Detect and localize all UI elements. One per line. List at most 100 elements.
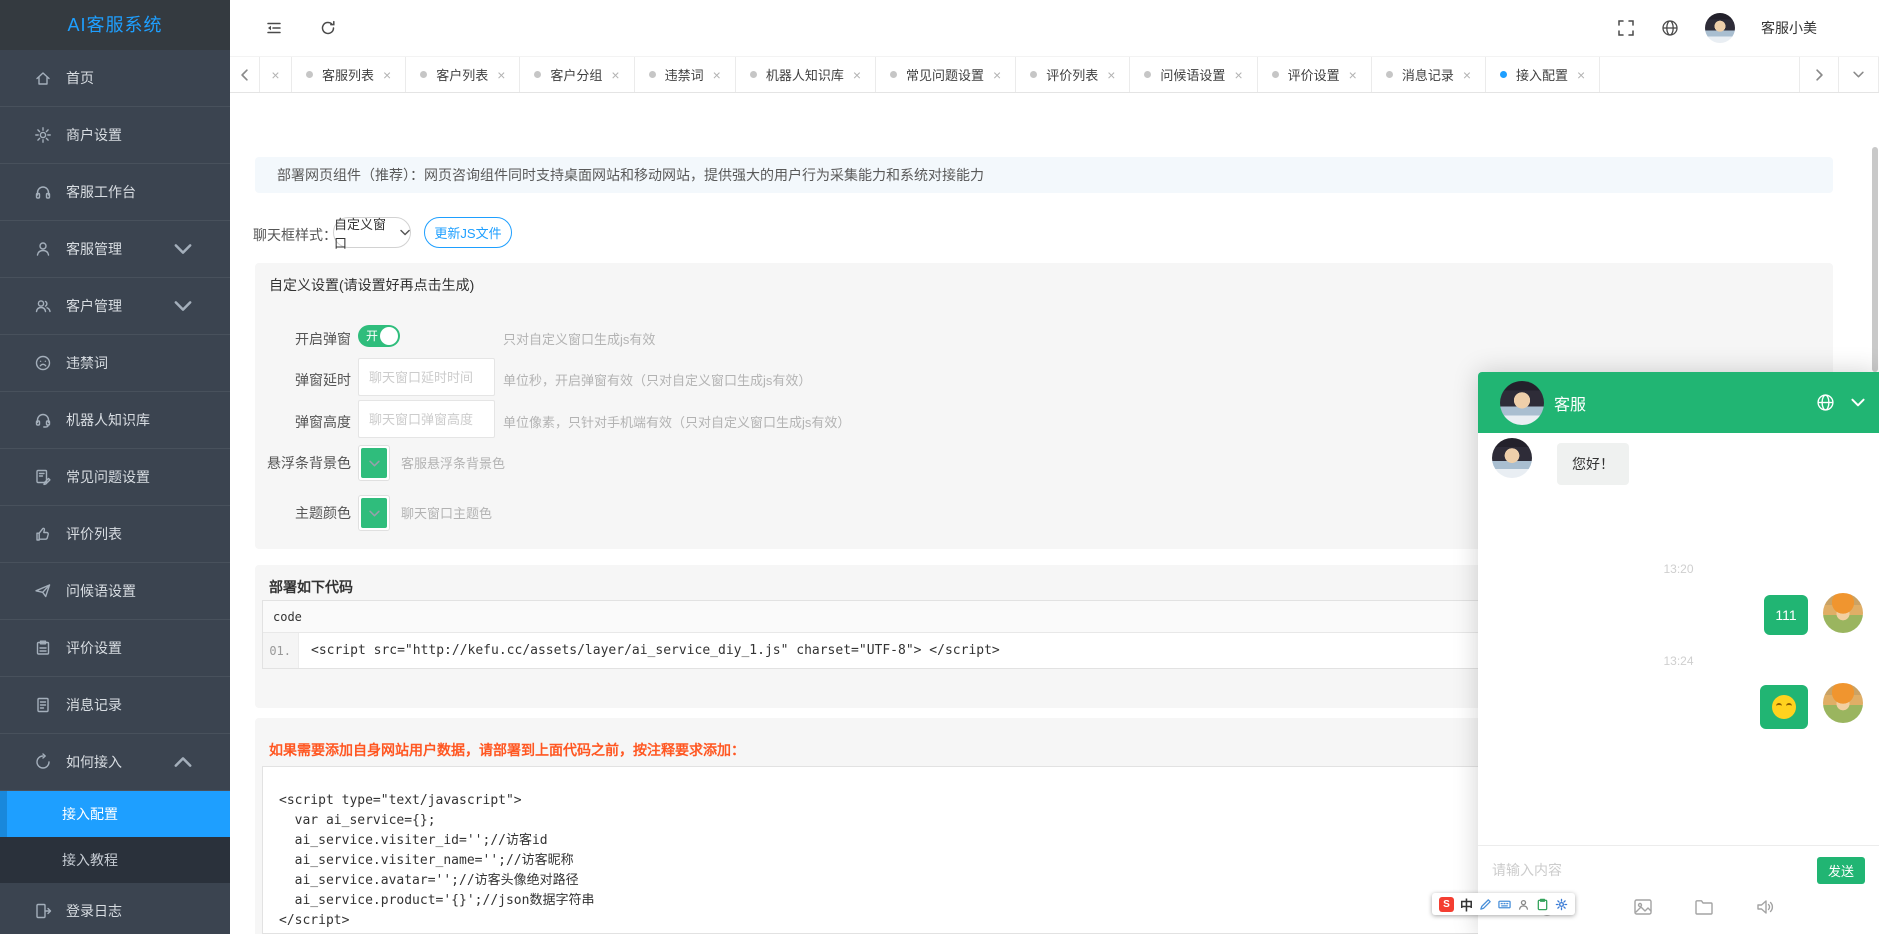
- sidebar-item-home[interactable]: 首页: [0, 50, 230, 107]
- theme-color-picker[interactable]: [358, 495, 390, 531]
- popup-height-hint: 单位像素，只针对手机端有效（只对自定义窗口生成js有效）: [503, 412, 850, 431]
- ime-clipboard-icon[interactable]: [1536, 898, 1549, 911]
- tab-review-settings[interactable]: 评价设置×: [1258, 57, 1372, 92]
- language-globe-icon[interactable]: [1661, 19, 1679, 37]
- faq-edit-icon: [34, 468, 52, 486]
- popup-toggle[interactable]: 开: [358, 325, 400, 347]
- tab-banned-words[interactable]: 违禁词×: [635, 57, 736, 92]
- close-icon[interactable]: ×: [1107, 67, 1115, 83]
- tabs-scroll-right-button[interactable]: [1799, 57, 1839, 92]
- home-icon: [34, 69, 52, 87]
- tab-customer-groups[interactable]: 客户分组×: [520, 57, 634, 92]
- chat-input-area: 发送: [1478, 845, 1879, 934]
- sidebar-item-agent-management[interactable]: 客服管理: [0, 221, 230, 278]
- agent-message-bubble: 您好！: [1557, 443, 1629, 485]
- chat-style-select[interactable]: 自定义窗口: [333, 217, 411, 248]
- update-js-button[interactable]: 更新JS文件: [424, 217, 512, 248]
- sidebar-item-customer-management[interactable]: 客户管理: [0, 278, 230, 335]
- theme-color-hint: 聊天窗口主题色: [401, 503, 492, 522]
- sidebar-item-greeting-settings[interactable]: 问候语设置: [0, 563, 230, 620]
- close-icon[interactable]: ×: [853, 67, 861, 83]
- close-icon[interactable]: ×: [1234, 67, 1242, 83]
- popup-height-input[interactable]: [358, 400, 495, 438]
- gear-icon: [34, 126, 52, 144]
- ime-keyboard-icon[interactable]: [1498, 898, 1511, 911]
- close-icon[interactable]: ×: [497, 67, 505, 83]
- close-icon[interactable]: ×: [271, 67, 279, 83]
- page-scrollbar-thumb[interactable]: [1872, 147, 1878, 372]
- popup-delay-input[interactable]: [358, 358, 495, 396]
- fullscreen-icon[interactable]: [1617, 19, 1635, 37]
- sidebar-subitem-integration-config[interactable]: 接入配置: [0, 791, 230, 837]
- minimize-chevron-icon[interactable]: [1851, 398, 1865, 407]
- topbar: 客服小美: [230, 0, 1879, 56]
- sidebar-item-message-log[interactable]: 消息记录: [0, 677, 230, 734]
- image-icon[interactable]: [1632, 896, 1654, 918]
- chat-style-label: 聊天框样式：: [253, 225, 337, 245]
- tab-review-list[interactable]: 评价列表 ×: [1016, 57, 1130, 92]
- sidebar-item-login-log[interactable]: 登录日志: [0, 883, 230, 934]
- collapse-menu-icon[interactable]: [265, 19, 283, 37]
- user-icon: [34, 240, 52, 258]
- tab-dot: [750, 71, 757, 78]
- globe-icon[interactable]: [1816, 393, 1835, 412]
- paper-plane-icon: [34, 582, 52, 600]
- sidebar-item-review-list[interactable]: 评价列表: [0, 506, 230, 563]
- float-bar-color-picker[interactable]: [358, 445, 390, 481]
- sidebar-item-faq-settings[interactable]: 常见问题设置: [0, 449, 230, 506]
- tabs-scroll-left-button[interactable]: [230, 57, 260, 92]
- sidebar-item-label: 评价列表: [66, 524, 122, 544]
- tabs-menu-button[interactable]: [1839, 57, 1879, 92]
- chat-message-input[interactable]: [1492, 855, 1782, 885]
- sidebar-item-label: 常见问题设置: [66, 467, 150, 487]
- sidebar-item-how-to-integrate[interactable]: 如何接入: [0, 734, 230, 791]
- color-swatch: [361, 498, 387, 528]
- tab-label: 评价列表: [1046, 65, 1098, 84]
- close-icon[interactable]: ×: [1349, 67, 1357, 83]
- sidebar-item-merchant-settings[interactable]: 商户设置: [0, 107, 230, 164]
- chevron-down-icon: [400, 229, 410, 236]
- folder-icon[interactable]: [1693, 896, 1715, 918]
- sidebar-item-banned-words[interactable]: 违禁词: [0, 335, 230, 392]
- sidebar-item-label: 违禁词: [66, 353, 108, 373]
- chevron-down-icon: [1853, 71, 1864, 78]
- tab-faq-settings[interactable]: 常见问题设置×: [876, 57, 1016, 92]
- ime-logo-icon[interactable]: S: [1439, 897, 1454, 912]
- line-number: 01.: [263, 633, 299, 668]
- ime-settings-gear-icon[interactable]: [1555, 898, 1568, 911]
- close-icon[interactable]: ×: [1463, 67, 1471, 83]
- sidebar-item-review-settings[interactable]: 评价设置: [0, 620, 230, 677]
- sidebar-subitem-integration-tutorial[interactable]: 接入教程: [0, 837, 230, 883]
- chevron-down-icon: [369, 460, 380, 467]
- refresh-icon[interactable]: [319, 19, 337, 37]
- tab-robot-knowledge-base[interactable]: 机器人知识库×: [736, 57, 876, 92]
- tab-customer-list[interactable]: 客户列表×: [406, 57, 520, 92]
- tab-greeting-settings[interactable]: 问候语设置×: [1130, 57, 1257, 92]
- tab-integration-config[interactable]: 接入配置 ×: [1486, 57, 1600, 92]
- ime-user-icon[interactable]: [1517, 898, 1530, 911]
- tab-stub[interactable]: ×: [260, 57, 292, 92]
- close-icon[interactable]: ×: [993, 67, 1001, 83]
- close-icon[interactable]: ×: [1577, 67, 1585, 83]
- sidebar-item-label: 客服工作台: [66, 182, 136, 202]
- close-icon[interactable]: ×: [611, 67, 619, 83]
- sidebar-subitem-label: 接入教程: [62, 850, 118, 870]
- sidebar-item-agent-workbench[interactable]: 客服工作台: [0, 164, 230, 221]
- tab-message-log[interactable]: 消息记录×: [1372, 57, 1486, 92]
- speaker-icon[interactable]: [1754, 896, 1776, 918]
- tab-label: 接入配置: [1516, 65, 1568, 84]
- popup-delay-hint: 单位秒，开启弹窗有效（只对自定义窗口生成js有效）: [503, 370, 811, 389]
- ime-toolbar: S 中: [1432, 893, 1575, 915]
- sidebar-item-robot-knowledge-base[interactable]: 机器人知识库: [0, 392, 230, 449]
- chevron-left-icon: [240, 69, 249, 81]
- close-icon[interactable]: ×: [713, 67, 721, 83]
- tab-dot: [649, 71, 656, 78]
- tab-dot: [1030, 71, 1037, 78]
- user-avatar[interactable]: [1705, 13, 1735, 43]
- close-icon[interactable]: ×: [383, 67, 391, 83]
- ime-chinese-mode[interactable]: 中: [1460, 895, 1473, 914]
- tab-agent-list[interactable]: 客服列表×: [292, 57, 406, 92]
- sidebar-item-label: 问候语设置: [66, 581, 136, 601]
- ime-pen-icon[interactable]: [1479, 898, 1492, 911]
- send-button[interactable]: 发送: [1817, 857, 1865, 884]
